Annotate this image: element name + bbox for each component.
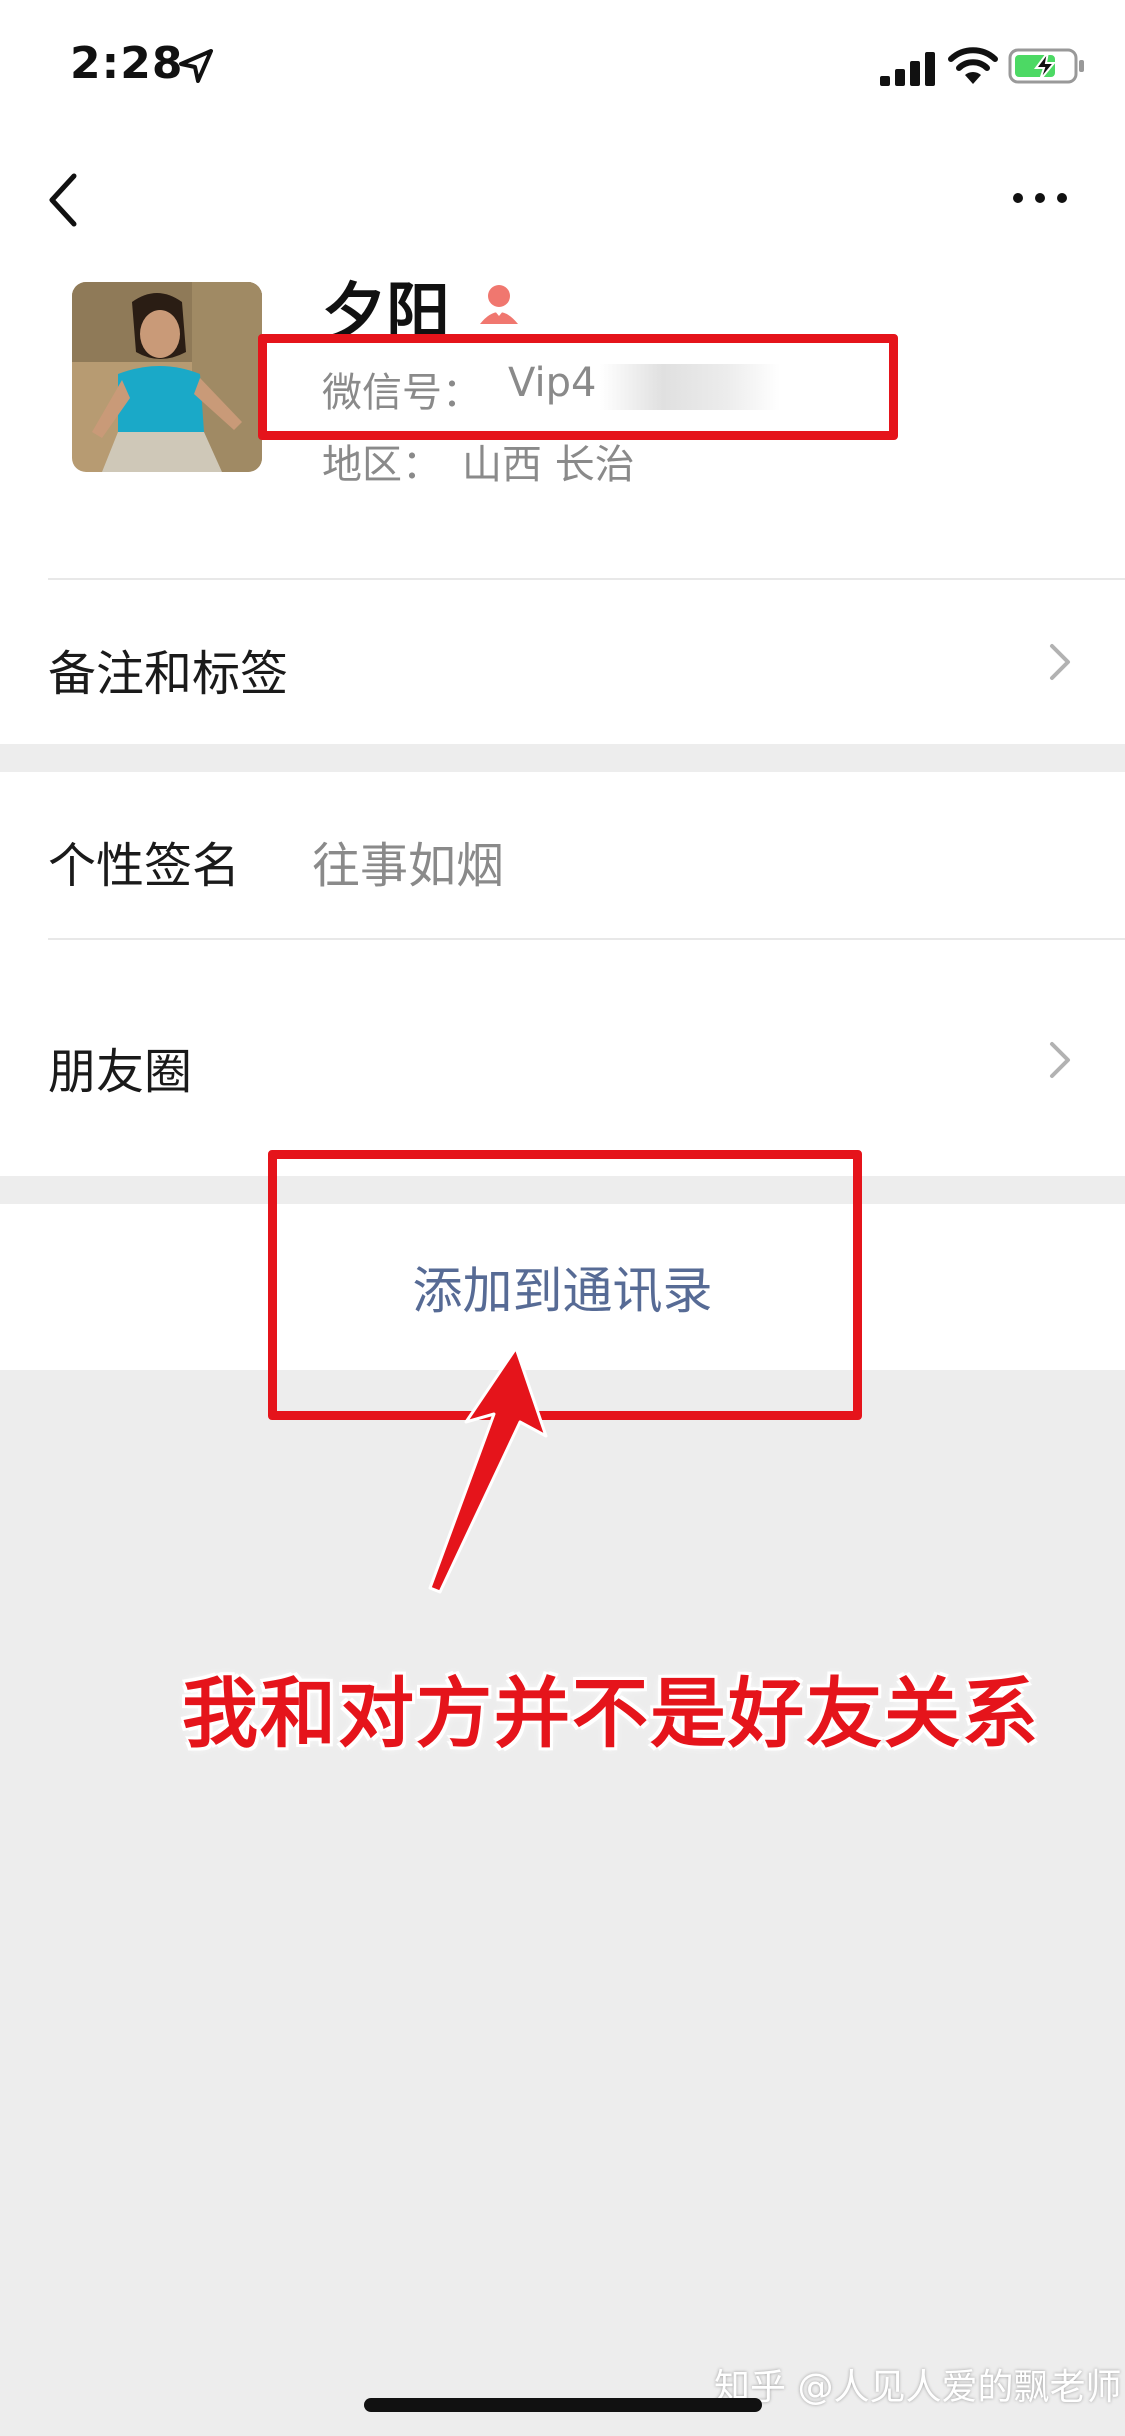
- row-remarks-tags[interactable]: 备注和标签: [48, 634, 288, 704]
- annotation-text: 我和对方并不是好友关系: [182, 1669, 1040, 1758]
- highlight-box-add-contact: [268, 1150, 862, 1420]
- row-signature-label: 个性签名: [48, 838, 241, 894]
- row-moments[interactable]: 朋友圈: [48, 1032, 192, 1102]
- status-time: 2:28: [70, 38, 184, 89]
- signal-icon: [880, 52, 935, 86]
- location-arrow-icon: [179, 49, 213, 83]
- red-arrow-icon: [428, 1346, 548, 1594]
- divider: [48, 578, 1125, 580]
- back-chevron-icon[interactable]: [44, 170, 84, 230]
- watermark: 知乎 @人见人爱的飘老师: [714, 2367, 1122, 2408]
- home-indicator: [364, 2398, 762, 2412]
- region-label: 地区：: [322, 442, 442, 488]
- female-gender-icon: [480, 285, 518, 324]
- battery-charging-icon: [1008, 48, 1084, 84]
- more-icon[interactable]: [1010, 186, 1070, 210]
- highlight-box-wechat-id: [258, 334, 898, 440]
- wifi-icon: [948, 47, 998, 84]
- region-value: 山西 长治: [462, 442, 635, 488]
- row-signature-value: 往事如烟: [312, 838, 505, 894]
- divider: [48, 938, 1125, 940]
- chevron-right-icon: [1050, 644, 1070, 680]
- chevron-right-icon: [1050, 1042, 1070, 1078]
- avatar[interactable]: [72, 282, 262, 472]
